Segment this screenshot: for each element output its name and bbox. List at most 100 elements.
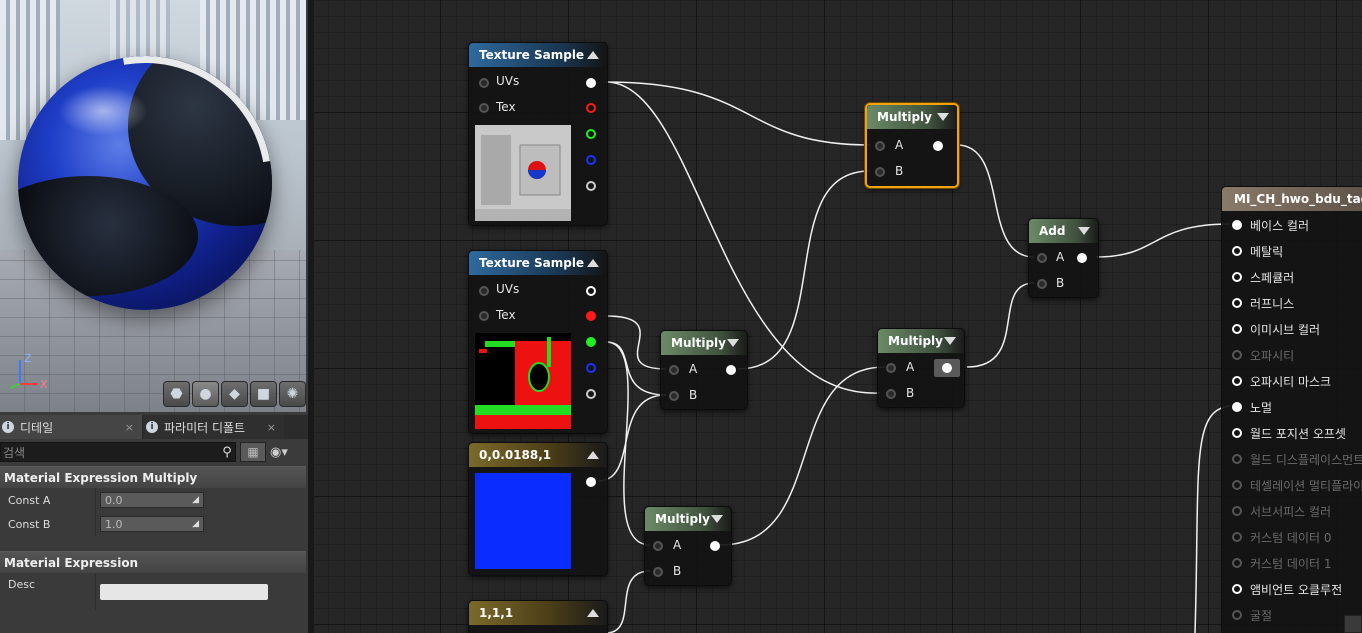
result-input-pin[interactable] (1232, 272, 1242, 282)
category-material-expression[interactable]: Material Expression (0, 551, 306, 573)
material-preview-viewport[interactable]: Z X ⬣ ● ◆ ■ ✺ (0, 0, 306, 412)
a-input-pin[interactable] (875, 141, 885, 151)
result-input-pin[interactable] (1232, 376, 1242, 386)
const-a-field[interactable]: 0.0 ◢ (100, 492, 204, 508)
result-input-pin[interactable] (1232, 324, 1242, 334)
output-pin[interactable] (942, 363, 952, 373)
result-input-row[interactable]: 오파시티 (1222, 345, 1294, 365)
constant-vector-node-blue[interactable]: 0,0.0188,1 (468, 442, 608, 576)
result-input-pin[interactable] (1232, 428, 1242, 438)
b-input-pin[interactable] (875, 167, 885, 177)
g-output-pin[interactable] (586, 129, 596, 139)
b-input-pin[interactable] (1037, 279, 1047, 289)
uvs-input-pin[interactable] (479, 286, 489, 296)
rgb-output-pin[interactable] (586, 78, 596, 88)
const-b-field[interactable]: 1.0 ◢ (100, 516, 204, 532)
custom-mesh-preview-icon[interactable]: ✺ (279, 381, 306, 407)
result-input-row[interactable]: 서브서피스 컬러 (1222, 501, 1331, 521)
result-input-row[interactable]: 월드 포지션 오프셋 (1222, 423, 1346, 443)
node-header[interactable]: Add (1029, 219, 1098, 243)
result-node-title[interactable]: MI_CH_hwo_bdu_taekw (1222, 187, 1362, 211)
cube-preview-icon[interactable]: ■ (250, 381, 277, 407)
node-header[interactable]: Texture Sample (469, 251, 607, 275)
r-output-pin[interactable] (586, 103, 596, 113)
result-input-row[interactable]: 굴절 (1222, 605, 1272, 625)
result-input-row[interactable]: 앰비언트 오클루전 (1222, 579, 1342, 599)
a-input-pin[interactable] (886, 363, 896, 373)
plane-preview-icon[interactable]: ◆ (221, 381, 248, 407)
sphere-preview-icon[interactable]: ● (192, 381, 219, 407)
b-output-pin[interactable] (586, 363, 596, 373)
close-icon[interactable]: × (125, 421, 138, 434)
result-input-row[interactable]: 메탈릭 (1222, 241, 1283, 261)
search-icon[interactable]: ⚲ (219, 444, 235, 460)
texture-sample-node-2[interactable]: Texture Sample UVs Tex (468, 250, 608, 434)
search-input[interactable]: 검색 ⚲ (0, 442, 236, 462)
result-input-pin[interactable] (1232, 532, 1242, 542)
a-input-pin[interactable] (669, 365, 679, 375)
desc-field[interactable] (100, 584, 268, 600)
node-header[interactable]: Texture Sample (469, 43, 607, 67)
output-pin[interactable] (726, 365, 736, 375)
result-input-pin[interactable] (1232, 584, 1242, 594)
g-output-pin[interactable] (586, 337, 596, 347)
result-input-row[interactable]: 스페큘러 (1222, 267, 1294, 287)
texture-sample-node-1[interactable]: Texture Sample UVs Tex (468, 42, 608, 226)
result-input-row[interactable]: 커스텀 데이터 1 (1222, 553, 1332, 573)
tab-details[interactable]: i 디테일 × (0, 415, 142, 439)
multiply-node-selected[interactable]: Multiply A B (865, 103, 959, 188)
visibility-eye-icon[interactable]: ◉▾ (270, 445, 288, 460)
node-header[interactable]: 0,0.0188,1 (469, 443, 607, 467)
a-output-pin[interactable] (586, 181, 596, 191)
result-input-pin[interactable] (1232, 558, 1242, 568)
b-output-pin[interactable] (586, 155, 596, 165)
result-input-pin[interactable] (1232, 402, 1242, 412)
uvs-input-pin[interactable] (479, 78, 489, 88)
rgb-output-pin[interactable] (586, 286, 596, 296)
result-input-pin[interactable] (1232, 454, 1242, 464)
tab-parameter-defaults[interactable]: i 파라미터 디폴트 × (144, 415, 284, 439)
result-input-row[interactable]: 베이스 컬러 (1222, 215, 1309, 235)
b-input-pin[interactable] (669, 391, 679, 401)
result-input-row[interactable]: 오파시티 마스크 (1222, 371, 1331, 391)
result-input-pin[interactable] (1232, 506, 1242, 516)
result-input-pin[interactable] (1232, 480, 1242, 490)
result-input-pin[interactable] (1232, 610, 1242, 620)
material-result-node[interactable]: MI_CH_hwo_bdu_taekw 베이스 컬러메탈릭스페큘러러프니스이미시… (1221, 186, 1362, 633)
output-pin[interactable] (586, 477, 596, 487)
graph-corner-button[interactable] (1344, 615, 1362, 633)
tex-input-pin[interactable] (479, 311, 489, 321)
b-input-pin[interactable] (653, 567, 663, 577)
result-input-row[interactable]: 테셀레이션 멀티플라이어 (1222, 475, 1362, 495)
result-input-row[interactable]: 커스텀 데이터 0 (1222, 527, 1332, 547)
multiply-node-3[interactable]: Multiply A B (877, 328, 965, 408)
property-matrix-button[interactable]: ▦ (240, 442, 266, 462)
node-header[interactable]: Multiply (867, 105, 957, 129)
node-header[interactable]: 1,1,1 (469, 601, 607, 625)
result-input-row[interactable]: 이미시브 컬러 (1222, 319, 1320, 339)
node-header[interactable]: Multiply (878, 329, 964, 353)
multiply-node-4[interactable]: Multiply A B (644, 506, 732, 586)
b-input-pin[interactable] (886, 389, 896, 399)
result-input-pin[interactable] (1232, 298, 1242, 308)
a-input-pin[interactable] (1037, 253, 1047, 263)
constant-vector-node-white[interactable]: 1,1,1 (468, 600, 608, 633)
tex-input-pin[interactable] (479, 103, 489, 113)
a-input-pin[interactable] (653, 541, 663, 551)
result-input-pin[interactable] (1232, 350, 1242, 360)
result-input-row[interactable]: 월드 디스플레이스먼트 (1222, 449, 1362, 469)
r-output-pin[interactable] (586, 311, 596, 321)
node-header[interactable]: Multiply (645, 507, 731, 531)
result-input-row[interactable]: 러프니스 (1222, 293, 1294, 313)
node-header[interactable]: Multiply (661, 331, 747, 355)
result-input-pin[interactable] (1232, 246, 1242, 256)
category-material-expression-multiply[interactable]: Material Expression Multiply (0, 466, 306, 488)
cylinder-preview-icon[interactable]: ⬣ (163, 381, 190, 407)
output-pin[interactable] (710, 541, 720, 551)
output-pin[interactable] (933, 141, 943, 151)
close-icon[interactable]: × (267, 421, 280, 434)
multiply-node-2[interactable]: Multiply A B (660, 330, 748, 410)
add-node[interactable]: Add A B (1028, 218, 1099, 298)
output-pin[interactable] (1077, 253, 1087, 263)
result-input-pin[interactable] (1232, 220, 1242, 230)
